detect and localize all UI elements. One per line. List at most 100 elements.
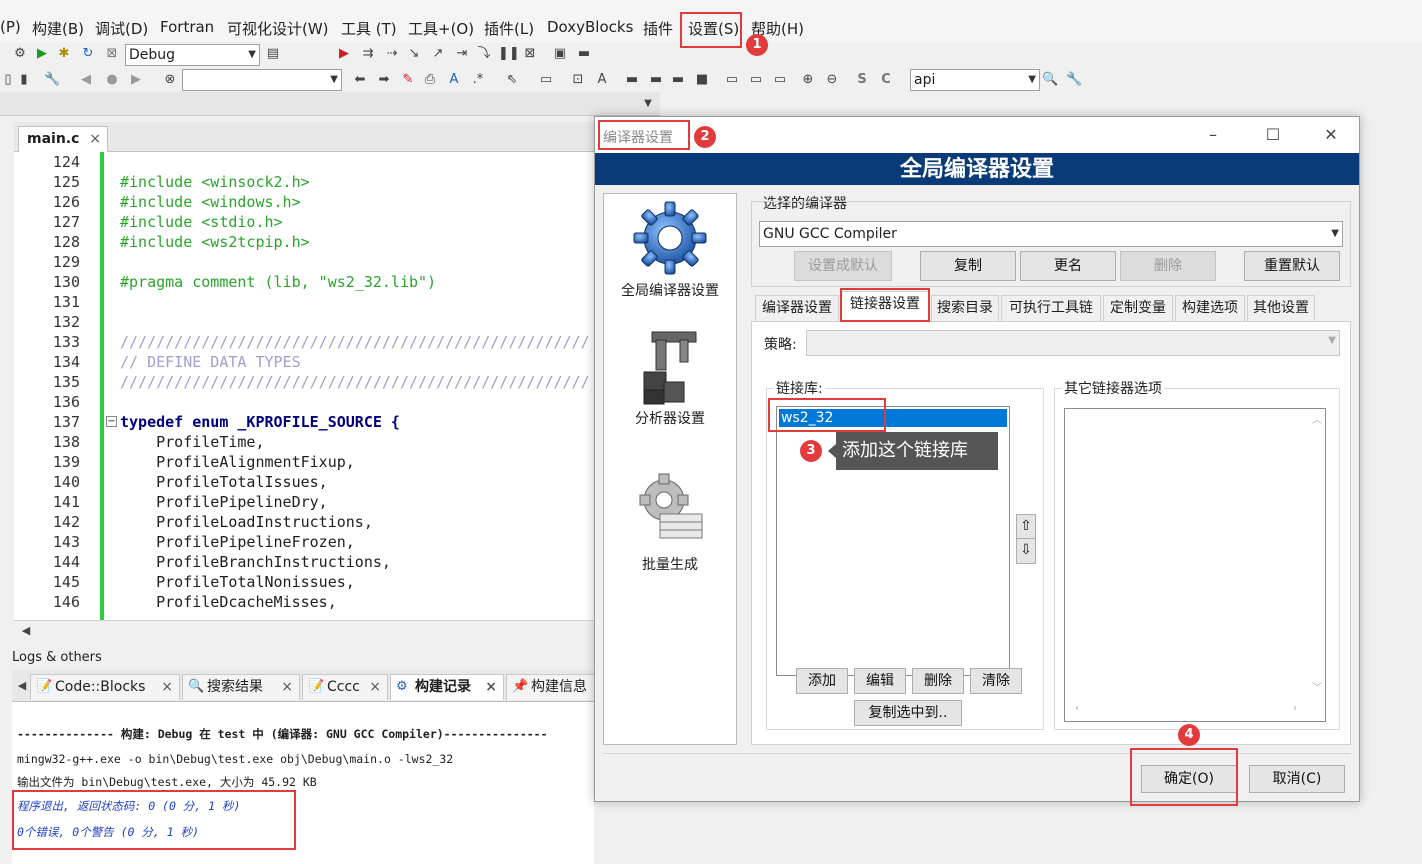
stop-icon[interactable]: ⊠ <box>522 46 538 62</box>
set-default-button[interactable]: 设置成默认 <box>794 251 892 281</box>
menu-tools[interactable]: 工具 (T) <box>341 18 397 39</box>
rename-compiler-button[interactable]: 更名 <box>1020 251 1116 281</box>
step-into-icon[interactable]: ↘ <box>406 46 422 62</box>
scroll-right-icon[interactable]: › <box>1287 701 1303 717</box>
category-batch-build[interactable]: 批量生成 <box>604 470 736 580</box>
other-linker-options-textarea[interactable]: ︿ ﹀ ‹ › <box>1064 408 1326 722</box>
arrow-left-icon[interactable]: ⬅ <box>352 72 368 88</box>
resize-right-icon[interactable]: ▭ <box>748 72 764 88</box>
close-icon[interactable]: × <box>161 675 173 699</box>
image-icon[interactable]: ⊡ <box>570 72 586 88</box>
copy-compiler-button[interactable]: 复制 <box>920 251 1016 281</box>
scroll-left-icon[interactable]: ◀ <box>14 678 30 694</box>
code-editor[interactable]: − 124 125 #include <winsock2.h> 126 #include… <box>14 152 594 620</box>
api-search-select[interactable]: api ▼ <box>910 69 1040 91</box>
bookmark-icon[interactable]: ▯ <box>0 72 16 88</box>
debug-windows-icon[interactable]: ▣ <box>552 46 568 62</box>
tab-search-results[interactable]: 🔍 搜索结果 × <box>182 674 300 700</box>
rebuild-icon[interactable]: ↻ <box>80 46 96 62</box>
run-to-cursor-icon[interactable]: ⇉ <box>360 46 376 62</box>
print-icon[interactable]: ⎙ <box>422 72 438 88</box>
menu-fortran[interactable]: Fortran <box>160 18 214 36</box>
next-instruction-icon[interactable]: ⇥ <box>454 46 470 62</box>
clear-libraries-button[interactable]: 清除 <box>970 668 1022 694</box>
scroll-down-icon[interactable]: ﹀ <box>1309 681 1325 697</box>
menu-visual-design[interactable]: 可视化设计(W) <box>227 18 329 39</box>
close-icon[interactable]: × <box>369 675 381 699</box>
cancel-button[interactable]: 取消(C) <box>1249 765 1345 793</box>
tab-codeblocks-log[interactable]: 📝 Code::Blocks × <box>30 674 180 700</box>
tab-other-settings[interactable]: 其他设置 <box>1247 295 1315 321</box>
category-profiler[interactable]: 分析器设置 <box>604 324 736 434</box>
abort-icon[interactable]: ⊠ <box>104 46 120 62</box>
resize-both-icon[interactable]: ▭ <box>772 72 788 88</box>
scroll-left-icon[interactable]: ‹ <box>1069 701 1085 717</box>
move-up-button[interactable]: ⇧ <box>1016 514 1036 540</box>
next-line-icon[interactable]: ⇢ <box>384 46 400 62</box>
minimize-icon[interactable]: – <box>1203 125 1223 144</box>
horizontal-scrollbar[interactable]: ◀ <box>14 620 594 640</box>
tab-main-c[interactable]: main.c × <box>18 126 108 152</box>
reset-defaults-button[interactable]: 重置默认 <box>1244 251 1340 281</box>
align-top-icon[interactable]: ▬ <box>624 72 640 88</box>
add-library-button[interactable]: 添加 <box>796 668 848 694</box>
delete-compiler-button[interactable]: 删除 <box>1120 251 1216 281</box>
fill-icon[interactable]: ■ <box>694 72 710 88</box>
build-target-select[interactable]: Debug ▼ <box>125 44 260 66</box>
jump-forward-icon[interactable]: ▶ <box>128 72 144 88</box>
tab-search-directories[interactable]: 搜索目录 <box>931 295 999 321</box>
close-icon[interactable]: ✕ <box>1321 125 1341 144</box>
tab-build-messages[interactable]: 📌 构建信息 <box>506 674 596 700</box>
build-run-icon[interactable]: ✱ <box>56 46 72 62</box>
delete-library-button[interactable]: 删除 <box>912 668 964 694</box>
tab-compiler-settings[interactable]: 编译器设置 <box>755 295 839 321</box>
scroll-up-icon[interactable]: ︿ <box>1309 413 1325 429</box>
code-completion-icon[interactable]: ▮ <box>16 72 32 88</box>
symbol-icon[interactable]: ⊗ <box>162 72 178 88</box>
zoom-out-icon[interactable]: ⊖ <box>824 72 840 88</box>
run-icon[interactable]: ▶ <box>34 46 50 62</box>
compiler-select[interactable]: GNU GCC Compiler ▼ <box>759 221 1343 247</box>
search-icon[interactable]: 🔍 <box>1042 72 1058 88</box>
copy-selected-button[interactable]: 复制选中到.. <box>854 700 962 726</box>
tab-custom-variables[interactable]: 定制变量 <box>1103 295 1173 321</box>
zoom-in-icon[interactable]: ⊕ <box>800 72 816 88</box>
tab-cccc[interactable]: 📝 Cccc × <box>302 674 388 700</box>
tab-build-log[interactable]: ⚙ 构建记录 × <box>390 674 504 700</box>
chevron-down-icon[interactable]: ▼ <box>640 96 656 112</box>
tab-toolchain-executables[interactable]: 可执行工具链 <box>1001 295 1101 321</box>
regex-icon[interactable]: .* <box>470 72 486 88</box>
close-icon[interactable]: × <box>89 127 101 151</box>
move-down-button[interactable]: ⇩ <box>1016 538 1036 564</box>
edit-library-button[interactable]: 编辑 <box>854 668 906 694</box>
wrench-icon[interactable]: 🔧 <box>44 72 60 88</box>
align-bottom-icon[interactable]: ▬ <box>670 72 686 88</box>
policy-select[interactable]: ▼ <box>806 330 1340 356</box>
info-icon[interactable]: ▬ <box>576 46 592 62</box>
step-instruction-icon[interactable]: ⤵ <box>476 46 492 62</box>
text-box-icon[interactable]: A <box>594 72 610 88</box>
menu-tools-plus[interactable]: 工具+(O) <box>408 18 474 39</box>
function-select[interactable]: ▼ <box>182 69 342 91</box>
pointer-icon[interactable]: ⇖ <box>504 72 520 88</box>
resize-left-icon[interactable]: ▭ <box>724 72 740 88</box>
s-icon[interactable]: S <box>854 72 870 88</box>
target-options-icon[interactable]: ▤ <box>265 46 281 62</box>
menu-debug[interactable]: 调试(D) <box>95 18 148 39</box>
highlight-icon[interactable]: ✎ <box>400 72 416 88</box>
close-icon[interactable]: × <box>281 675 293 699</box>
arrow-right-icon[interactable]: ➡ <box>376 72 392 88</box>
category-global-compiler[interactable]: 全局编译器设置 <box>604 194 736 304</box>
menu-plugins-2[interactable]: 插件 <box>643 18 673 39</box>
c-icon[interactable]: C <box>878 72 894 88</box>
step-out-icon[interactable]: ↗ <box>430 46 446 62</box>
scroll-left-icon[interactable]: ◀ <box>18 623 34 639</box>
rectangle-icon[interactable]: ▭ <box>538 72 554 88</box>
maximize-icon[interactable]: ☐ <box>1263 125 1283 144</box>
font-icon[interactable]: A <box>446 72 462 88</box>
build-gear-icon[interactable]: ⚙ <box>12 46 28 62</box>
jump-back-icon[interactable]: ◀ <box>78 72 94 88</box>
debug-run-icon[interactable]: ▶ <box>336 46 352 62</box>
menu-plugins[interactable]: 插件(L) <box>484 18 534 39</box>
menu-project[interactable]: (P) <box>0 18 21 36</box>
